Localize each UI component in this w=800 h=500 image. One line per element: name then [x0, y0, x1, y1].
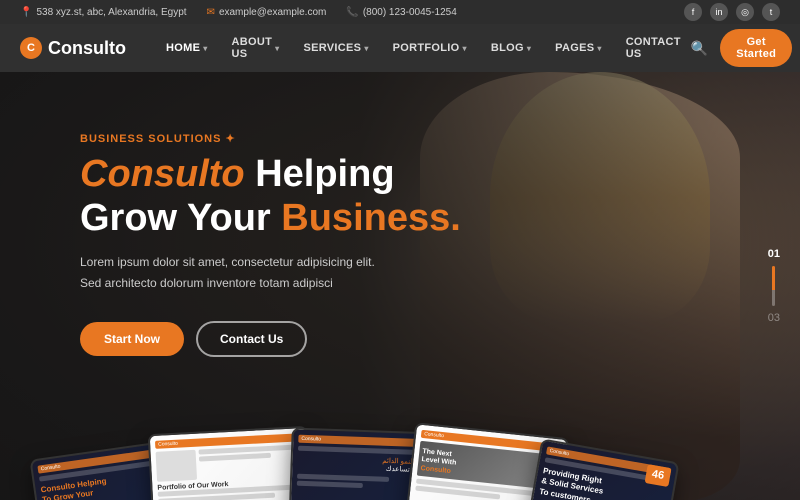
- search-icon[interactable]: 🔍: [691, 40, 708, 57]
- social-links[interactable]: f in ◎ t: [684, 3, 780, 21]
- linkedin-link[interactable]: in: [710, 3, 728, 21]
- chevron-down-icon: ▾: [527, 44, 531, 53]
- start-now-button[interactable]: Start Now: [80, 322, 184, 356]
- nav-services[interactable]: SERVICES ▾: [293, 30, 378, 66]
- hero-description: Lorem ipsum dolor sit amet, consectetur …: [80, 252, 400, 293]
- chevron-down-icon: ▾: [203, 44, 207, 53]
- slide-progress-bar: [772, 266, 775, 306]
- nav-actions: 🔍 Get Started: [691, 29, 792, 67]
- eyebrow-text: BUSINESS SOLUTIONS ✦: [80, 132, 461, 145]
- logo-icon: C: [20, 37, 42, 59]
- hero-section: BUSINESS SOLUTIONS ✦ Consulto Helping Gr…: [0, 72, 800, 500]
- navbar: C Consulto HOME ▾ ABOUT US ▾ SERVICES ▾ …: [0, 24, 800, 72]
- nav-portfolio[interactable]: PORTFOLIO ▾: [383, 30, 477, 66]
- chevron-down-icon: ▾: [364, 44, 368, 53]
- email-icon: ✉: [207, 7, 215, 18]
- facebook-link[interactable]: f: [684, 3, 702, 21]
- device-mockups: Consulto Consulto HelpingTo Grow YourBus…: [40, 425, 675, 500]
- logo-text: Consulto: [48, 38, 126, 59]
- slide-indicators: 01 03: [768, 248, 780, 324]
- nav-contact[interactable]: CONTACT US: [616, 30, 691, 66]
- top-bar: 📍 538 xyz.st, abc, Alexandria, Egypt ✉ e…: [0, 0, 800, 24]
- nav-blog[interactable]: BLOG ▾: [481, 30, 541, 66]
- hero-title: Consulto Helping Grow Your Business.: [80, 153, 461, 240]
- slide-current: 01: [768, 248, 780, 260]
- hero-buttons: Start Now Contact Us: [80, 321, 461, 357]
- get-started-button[interactable]: Get Started: [720, 29, 792, 67]
- chevron-down-icon: ▾: [463, 44, 467, 53]
- business-highlight: Business.: [281, 197, 461, 239]
- device-2: Consulto Portfolio of Our Work: [148, 426, 313, 500]
- nav-home[interactable]: HOME ▾: [156, 30, 218, 66]
- location-icon: 📍: [20, 7, 32, 18]
- twitter-link[interactable]: t: [762, 3, 780, 21]
- email-info: ✉ example@example.com: [207, 7, 327, 18]
- chevron-down-icon: ▾: [275, 44, 279, 53]
- address-info: 📍 538 xyz.st, abc, Alexandria, Egypt: [20, 7, 187, 18]
- badge-46: 46: [644, 464, 671, 487]
- top-bar-contact: 📍 538 xyz.st, abc, Alexandria, Egypt ✉ e…: [20, 7, 457, 18]
- slide-next: 03: [768, 312, 780, 324]
- instagram-link[interactable]: ◎: [736, 3, 754, 21]
- nav-pages[interactable]: PAGES ▾: [545, 30, 612, 66]
- phone-icon: 📞: [346, 7, 358, 18]
- hero-content: BUSINESS SOLUTIONS ✦ Consulto Helping Gr…: [80, 132, 461, 357]
- logo[interactable]: C Consulto: [20, 37, 126, 59]
- phone-info: 📞 (800) 123-0045-1254: [346, 7, 456, 18]
- device-5: Consulto Providing Right& Solid Services…: [525, 438, 679, 500]
- chevron-down-icon: ▾: [597, 44, 601, 53]
- nav-about[interactable]: ABOUT US ▾: [222, 30, 290, 66]
- brand-highlight: Consulto: [80, 153, 245, 195]
- contact-us-button[interactable]: Contact Us: [196, 321, 307, 357]
- nav-links: HOME ▾ ABOUT US ▾ SERVICES ▾ PORTFOLIO ▾…: [156, 30, 691, 66]
